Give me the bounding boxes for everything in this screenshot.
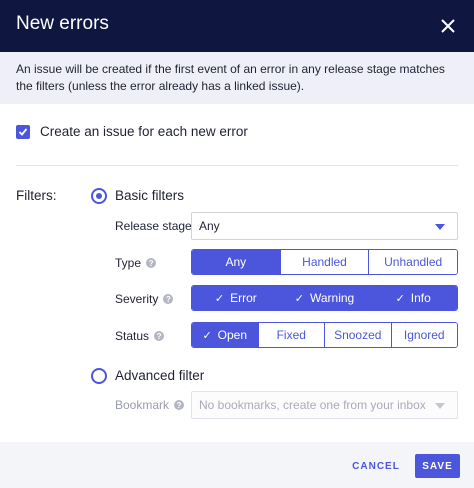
type-option-unhandled[interactable]: Unhandled	[369, 250, 457, 274]
check-icon: ✓	[395, 292, 405, 305]
status-option-fixed[interactable]: Fixed	[258, 323, 325, 347]
type-segmented-control: Any Handled Unhandled	[191, 249, 458, 275]
advanced-filter-label: Advanced filter	[115, 368, 205, 383]
bookmark-placeholder: No bookmarks, create one from your inbox	[199, 398, 426, 412]
type-option-handled[interactable]: Handled	[280, 250, 370, 274]
check-icon: ✓	[214, 292, 225, 305]
dialog-title: New errors	[16, 13, 109, 34]
help-icon[interactable]: ?	[146, 258, 157, 268]
chevron-down-icon	[435, 224, 445, 230]
bookmark-select: No bookmarks, create one from your inbox	[191, 391, 458, 419]
severity-option-error[interactable]: ✓ Error	[192, 286, 281, 310]
status-option-snoozed[interactable]: Snoozed	[325, 323, 392, 347]
divider	[16, 165, 458, 166]
create-issue-label: Create an issue for each new error	[40, 124, 248, 139]
help-icon[interactable]: ?	[154, 331, 165, 341]
save-button[interactable]: SAVE	[415, 454, 460, 478]
basic-filters-label: Basic filters	[115, 188, 185, 203]
check-icon: ✓	[294, 292, 304, 305]
dialog-header: New errors	[0, 0, 474, 52]
filters-label: Filters:	[16, 188, 57, 203]
help-icon: ?	[174, 400, 185, 410]
help-icon[interactable]: ?	[163, 294, 174, 304]
create-issue-row[interactable]: Create an issue for each new error	[16, 124, 248, 139]
status-label: Status?	[115, 329, 165, 343]
bookmark-label: Bookmark?	[115, 398, 185, 412]
type-option-any[interactable]: Any	[192, 250, 281, 274]
cancel-button[interactable]: CANCEL	[348, 454, 404, 478]
severity-option-warning[interactable]: ✓ Warning	[280, 286, 370, 310]
status-option-open[interactable]: ✓ Open	[192, 323, 259, 347]
severity-segmented-control: ✓ Error ✓ Warning ✓ Info	[191, 285, 458, 311]
type-label: Type?	[115, 256, 157, 270]
advanced-filter-radio[interactable]	[91, 368, 107, 384]
create-issue-checkbox[interactable]	[16, 124, 30, 139]
basic-filters-radio[interactable]	[91, 188, 107, 204]
close-icon[interactable]	[436, 14, 460, 38]
info-banner: An issue will be created if the first ev…	[0, 52, 474, 104]
status-option-ignored[interactable]: Ignored	[391, 323, 457, 347]
severity-label: Severity?	[115, 292, 174, 306]
check-icon: ✓	[202, 329, 212, 342]
release-stage-value: Any	[199, 219, 220, 233]
status-segmented-control: ✓ Open Fixed Snoozed Ignored	[191, 322, 458, 348]
release-stage-label: Release stage	[115, 219, 192, 233]
severity-option-info[interactable]: ✓ Info	[369, 286, 457, 310]
chevron-down-icon	[435, 403, 445, 409]
release-stage-select[interactable]: Any	[191, 212, 458, 240]
